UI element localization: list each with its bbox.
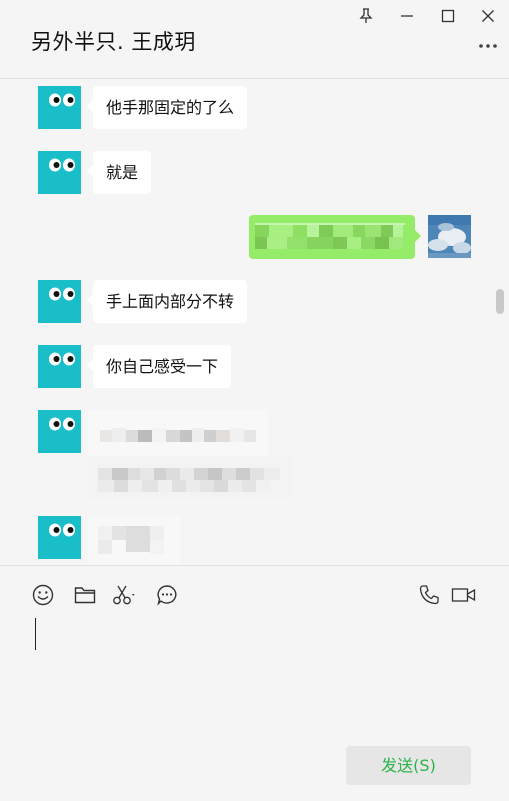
emoji-button[interactable] <box>30 582 56 608</box>
message-bubble[interactable]: 他手那固定的了么 <box>86 86 248 129</box>
minimize-button[interactable] <box>392 3 422 29</box>
phone-icon <box>419 585 439 605</box>
emoji-icon <box>32 584 54 606</box>
compose-panel: 发送(S) <box>0 565 509 801</box>
message-bubble[interactable]: 手上面内部分不转 <box>86 280 248 323</box>
folder-icon <box>74 587 96 604</box>
contact-avatar[interactable] <box>38 280 81 323</box>
file-button[interactable] <box>72 582 98 608</box>
chat-history-button[interactable] <box>154 582 180 608</box>
outgoing-message-bubble[interactable] <box>249 215 421 259</box>
video-call-button[interactable] <box>451 582 477 608</box>
message-bubble[interactable]: 你自己感受一下 <box>86 345 232 388</box>
chat-title: 另外半只. 王成玥 <box>31 30 196 54</box>
scissors-icon <box>113 585 135 605</box>
contact-avatar[interactable] <box>38 516 81 559</box>
chat-history-icon <box>157 585 177 606</box>
text-cursor <box>35 618 36 650</box>
pin-icon <box>359 8 373 23</box>
minimize-icon <box>401 15 413 17</box>
title-bar: 另外半只. 王成玥 <box>0 0 509 79</box>
contact-avatar[interactable] <box>38 151 81 194</box>
more-icon <box>479 44 497 48</box>
message-bubble[interactable]: 就是 <box>86 151 152 194</box>
pixelated-message[interactable] <box>88 516 180 564</box>
contact-avatar[interactable] <box>38 345 81 388</box>
maximize-button[interactable] <box>433 3 463 29</box>
close-icon <box>482 10 494 22</box>
close-button[interactable] <box>473 3 503 29</box>
message-input[interactable] <box>30 616 480 736</box>
contact-avatar[interactable] <box>38 86 81 129</box>
pixelated-content <box>255 223 405 249</box>
self-avatar[interactable] <box>428 215 471 258</box>
pin-button[interactable] <box>351 3 381 29</box>
send-button[interactable]: 发送(S) <box>346 746 471 785</box>
video-icon <box>451 588 476 602</box>
chat-messages[interactable]: 他手那固定的了么 就是 手上面内部分不转 你自己感受一下 <box>0 79 509 564</box>
contact-avatar[interactable] <box>38 410 81 453</box>
more-options-button[interactable] <box>474 36 502 56</box>
chat-scrollbar[interactable] <box>496 289 504 314</box>
pixelated-message[interactable] <box>88 410 293 509</box>
screenshot-button[interactable] <box>112 582 138 608</box>
maximize-icon <box>441 9 455 23</box>
voice-call-button[interactable] <box>416 582 442 608</box>
